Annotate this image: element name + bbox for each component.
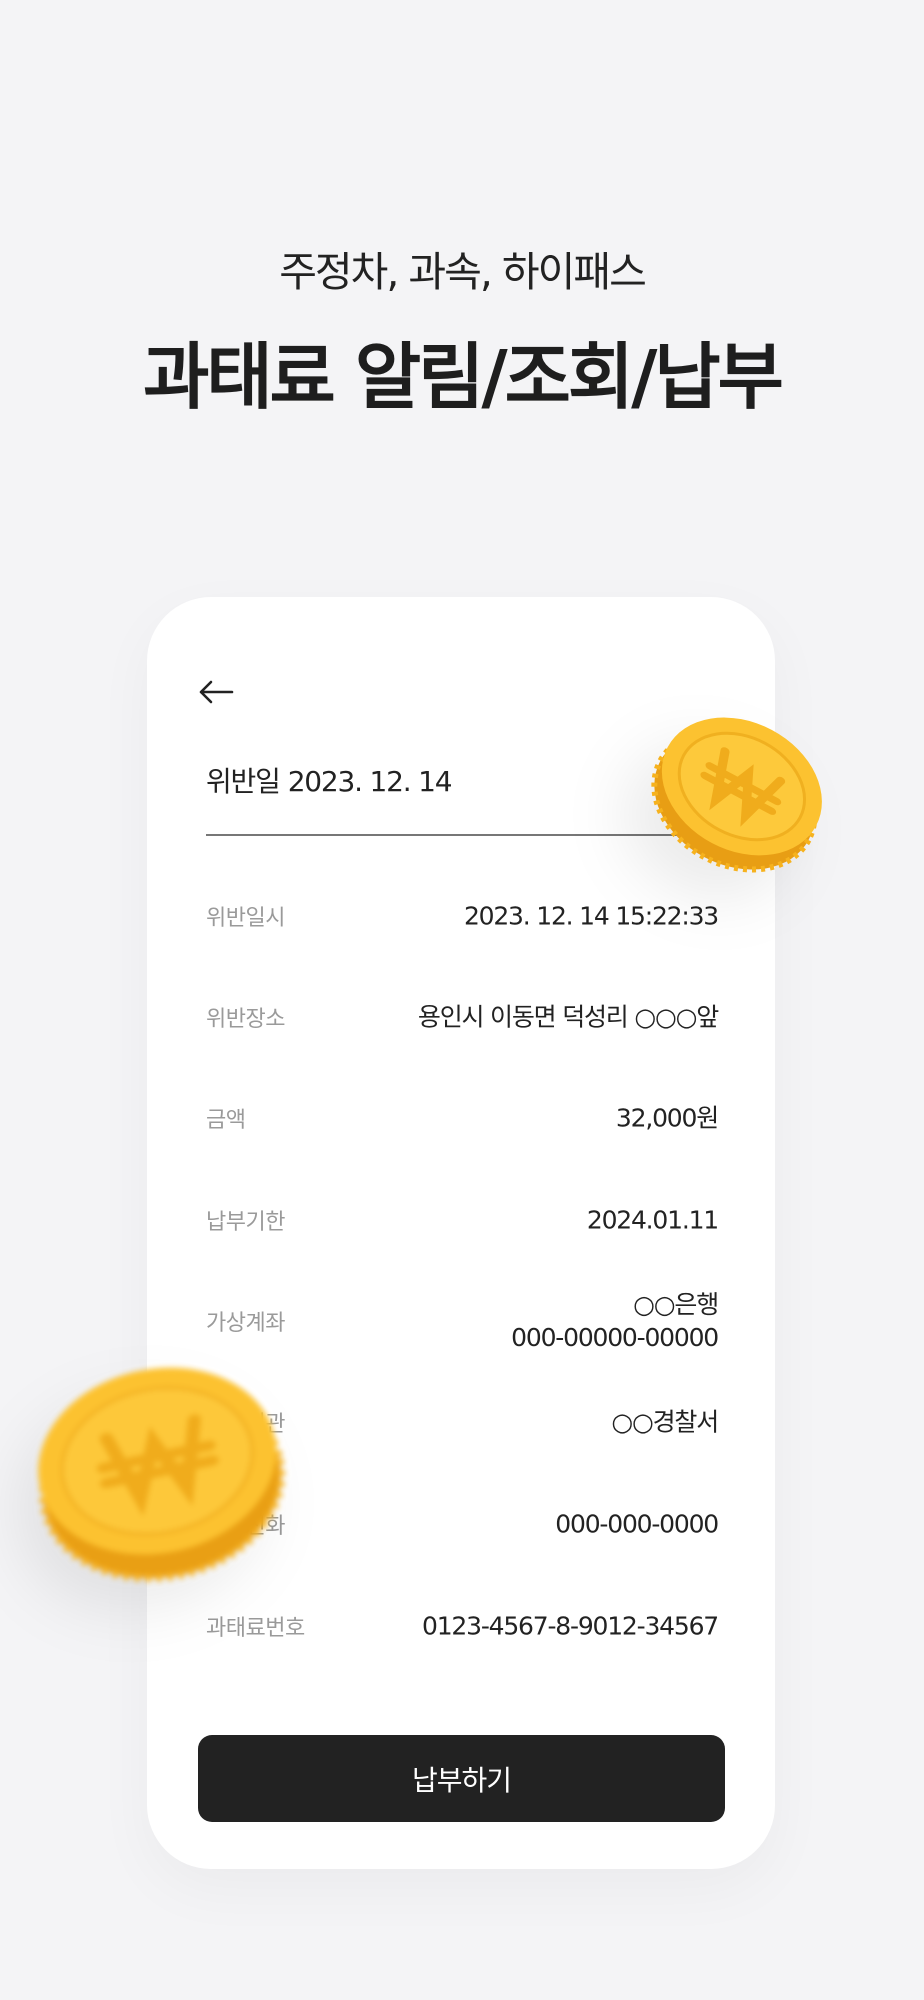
- row-value: ○○은행 000-00000-00000: [511, 1288, 719, 1354]
- row-value: 000-000-0000: [555, 1509, 719, 1539]
- row-label: 위반장소: [206, 1007, 285, 1032]
- row-label: 납부기한: [206, 1210, 285, 1235]
- won-coin-icon: [38, 1367, 286, 1582]
- detail-row-amount: 금액 32,000원: [206, 1088, 719, 1148]
- detail-row-violation-time: 위반일시 2023. 12. 14 15:22:33: [206, 886, 719, 946]
- row-value: 2024.01.11: [586, 1205, 719, 1235]
- row-label: 과태료번호: [206, 1616, 305, 1641]
- row-value: 32,000원: [615, 1103, 719, 1133]
- back-button[interactable]: [196, 672, 236, 712]
- arrow-left-icon: [199, 680, 234, 704]
- row-value: 2023. 12. 14 15:22:33: [463, 901, 719, 931]
- violation-date-label: 위반일: [206, 765, 281, 798]
- row-value: ○○경찰서: [611, 1407, 719, 1437]
- violation-date-value: 2023. 12. 14: [287, 765, 453, 798]
- row-label: 가상계좌: [206, 1311, 285, 1336]
- account-number: 000-00000-00000: [511, 1323, 719, 1352]
- won-coin-icon: [651, 717, 822, 873]
- bank-name: ○○은행: [633, 1290, 719, 1319]
- detail-row-due-date: 납부기한 2024.01.11: [206, 1190, 719, 1250]
- row-value: 용인시 이동면 덕성리 ○○○앞: [417, 1002, 719, 1032]
- violation-date-header: 위반일 2023. 12. 14: [206, 760, 453, 800]
- row-label: 위반일시: [206, 906, 285, 931]
- pay-button[interactable]: 납부하기: [198, 1735, 725, 1822]
- detail-row-violation-place: 위반장소 용인시 이동면 덕성리 ○○○앞: [206, 987, 719, 1047]
- promo-page: 주정차, 과속, 하이패스 과태료 알림/조회/납부 위반일 2023. 12. …: [0, 0, 924, 2000]
- headline-subtitle: 주정차, 과속, 하이패스: [279, 248, 647, 296]
- headline-title: 과태료 알림/조회/납부: [143, 335, 784, 419]
- row-label: 금액: [206, 1108, 246, 1133]
- detail-row-fine-number: 과태료번호 0123-4567-8-9012-34567: [206, 1596, 719, 1656]
- row-value: 0123-4567-8-9012-34567: [422, 1611, 719, 1641]
